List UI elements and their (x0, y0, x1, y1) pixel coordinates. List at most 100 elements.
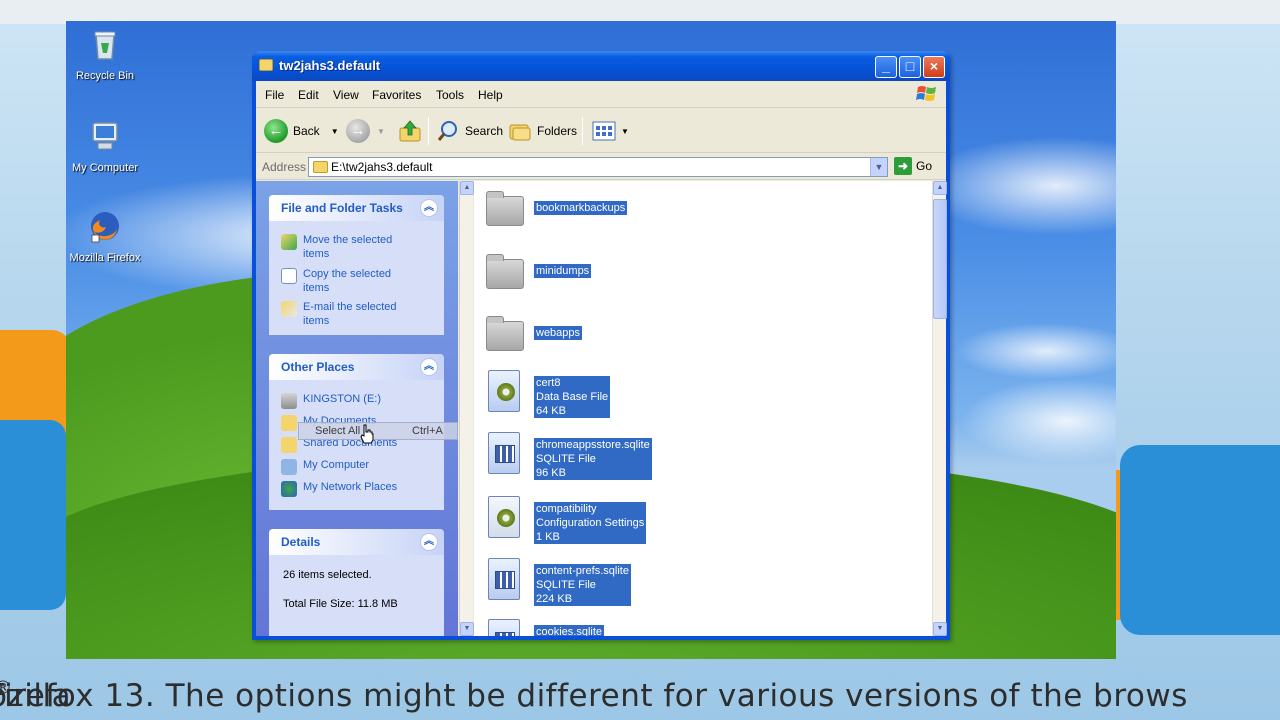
desktop-icon-label: Recycle Bin (75, 70, 135, 82)
window-title: tw2jahs3.default (279, 58, 381, 73)
collapse-chevron-icon[interactable]: ︽ (420, 199, 438, 217)
place-my-network-places[interactable]: My Network Places (281, 480, 397, 497)
sqlite-file-icon (484, 432, 524, 474)
task-move-items[interactable]: Move the selected items (281, 233, 392, 261)
address-dropdown-button[interactable]: ▼ (870, 158, 887, 176)
collapse-chevron-icon[interactable]: ︽ (420, 533, 438, 551)
file-info-selected: cert8 Data Base File 64 KB (534, 376, 611, 418)
copy-icon (281, 268, 297, 284)
details-total-size: Total File Size: 11.8 MB (283, 598, 398, 610)
scroll-down-arrow-icon[interactable]: ▼ (460, 622, 474, 636)
file-list-scrollbar[interactable]: ▲ ▼ (932, 181, 947, 636)
folders-icon (509, 124, 531, 141)
details-panel: Details ︽ 26 items selected. Total File … (269, 529, 444, 636)
place-label: KINGSTON (E:) (303, 393, 382, 405)
file-item[interactable]: bookmarkbackups (484, 188, 628, 230)
file-item[interactable]: content-prefs.sqlite SQLITE File 224 KB (484, 558, 631, 606)
toolbar-separator (428, 117, 429, 145)
chevron-down-icon: ▼ (621, 126, 629, 136)
place-kingston-drive[interactable]: KINGSTON (E:) (281, 392, 381, 409)
file-item[interactable]: webapps (484, 313, 583, 355)
search-button[interactable]: Search (436, 117, 503, 145)
panel-heading: Details (281, 535, 321, 549)
desktop-icon-recycle-bin[interactable]: Recycle Bin (66, 27, 150, 82)
go-button[interactable]: ➜ Go (894, 157, 932, 175)
forward-arrow-icon: → (346, 119, 370, 143)
panel-header[interactable]: Other Places ︽ (269, 354, 444, 380)
window-client: File Edit View Favorites Tools Help ← Ba… (256, 81, 947, 636)
desktop-icon-my-computer[interactable]: My Computer (66, 119, 150, 174)
place-label: My Computer (303, 459, 370, 471)
task-label: items (303, 248, 330, 260)
folder-icon (259, 59, 273, 71)
menu-tools[interactable]: Tools (436, 88, 464, 102)
scroll-up-arrow-icon[interactable]: ▲ (460, 181, 474, 195)
menu-edit[interactable]: Edit (298, 88, 319, 102)
search-label: Search (465, 124, 504, 138)
title-bar[interactable]: tw2jahs3.default _ □ × (252, 51, 950, 81)
menu-help[interactable]: Help (478, 88, 503, 102)
task-copy-items[interactable]: Copy the selected items (281, 267, 391, 295)
file-item[interactable]: cookies.sqlite (484, 619, 605, 636)
forward-button[interactable]: → ▼ (346, 117, 385, 145)
file-item[interactable]: minidumps (484, 251, 592, 293)
task-pane-scrollbar[interactable]: ▲ ▼ (459, 181, 474, 636)
back-arrow-icon: ← (264, 119, 288, 143)
close-button[interactable]: × (923, 56, 945, 78)
decor-blue-left (0, 420, 66, 610)
views-button[interactable]: ▼ (592, 117, 629, 145)
file-item[interactable]: compatibility Configuration Settings 1 KB (484, 496, 647, 544)
collapse-chevron-icon[interactable]: ︽ (420, 358, 438, 376)
place-label: My Network Places (303, 481, 398, 493)
up-folder-button[interactable] (398, 117, 422, 145)
task-email-items[interactable]: E-mail the selected items (281, 300, 397, 328)
firefox-icon (91, 212, 119, 243)
folder-icon (281, 437, 297, 453)
file-name-selected: webapps (534, 326, 583, 340)
folder-icon (484, 251, 524, 293)
select-all-label: Select All (315, 425, 361, 437)
views-icon (592, 121, 616, 141)
select-all-shortcut: Ctrl+A (412, 425, 443, 437)
details-selected-count: 26 items selected. (283, 569, 372, 581)
scroll-up-arrow-icon[interactable]: ▲ (933, 181, 947, 195)
back-label: Back (293, 124, 320, 138)
move-icon (281, 234, 297, 250)
menu-bar: File Edit View Favorites Tools Help (256, 81, 946, 108)
file-list: bookmarkbackups minidumps webapps cert8 D… (474, 181, 932, 636)
back-button[interactable]: ← Back ▼ (264, 117, 339, 145)
desktop-icon-firefox[interactable]: Mozilla Firefox (66, 209, 150, 264)
menu-view[interactable]: View (333, 88, 359, 102)
file-folder-tasks-panel: File and Folder Tasks ︽ Move the selecte… (269, 195, 444, 335)
menu-favorites[interactable]: Favorites (372, 88, 421, 102)
folders-button[interactable]: Folders (508, 117, 577, 145)
task-label: Move the selected (303, 234, 393, 246)
context-menu-select-all[interactable]: Select All Ctrl+A (298, 422, 458, 440)
sqlite-file-icon (484, 619, 524, 636)
panel-header[interactable]: File and Folder Tasks ︽ (269, 195, 444, 221)
address-input[interactable]: E:\tw2jahs3.default ▼ (308, 157, 888, 177)
network-icon (281, 481, 297, 497)
computer-icon (281, 459, 297, 475)
panel-header[interactable]: Details ︽ (269, 529, 444, 555)
drive-icon (281, 393, 297, 409)
desktop-icon-label: My Computer (71, 162, 139, 174)
file-info-selected: content-prefs.sqlite SQLITE File 224 KB (534, 564, 631, 606)
toolbar-separator (582, 117, 583, 145)
folder-icon (484, 313, 524, 355)
file-item[interactable]: chromeappsstore.sqlite SQLITE File 96 KB (484, 432, 652, 480)
address-value: E:\tw2jahs3.default (331, 160, 433, 174)
file-name-selected: cookies.sqlite (534, 625, 605, 636)
windows-logo-icon (916, 86, 936, 101)
menu-file[interactable]: File (265, 88, 284, 102)
scrollbar-thumb[interactable] (933, 199, 947, 319)
file-item[interactable]: cert8 Data Base File 64 KB (484, 370, 611, 418)
place-my-computer[interactable]: My Computer (281, 458, 369, 475)
minimize-button[interactable]: _ (875, 56, 897, 78)
maximize-button[interactable]: □ (899, 56, 921, 78)
video-caption: ozilla® Firefox 13. The options might be… (0, 676, 1280, 720)
recycle-bin-icon (94, 31, 116, 60)
file-info-selected: chromeappsstore.sqlite SQLITE File 96 KB (534, 438, 652, 480)
scroll-down-arrow-icon[interactable]: ▼ (933, 622, 947, 636)
task-pane: File and Folder Tasks ︽ Move the selecte… (256, 181, 458, 636)
